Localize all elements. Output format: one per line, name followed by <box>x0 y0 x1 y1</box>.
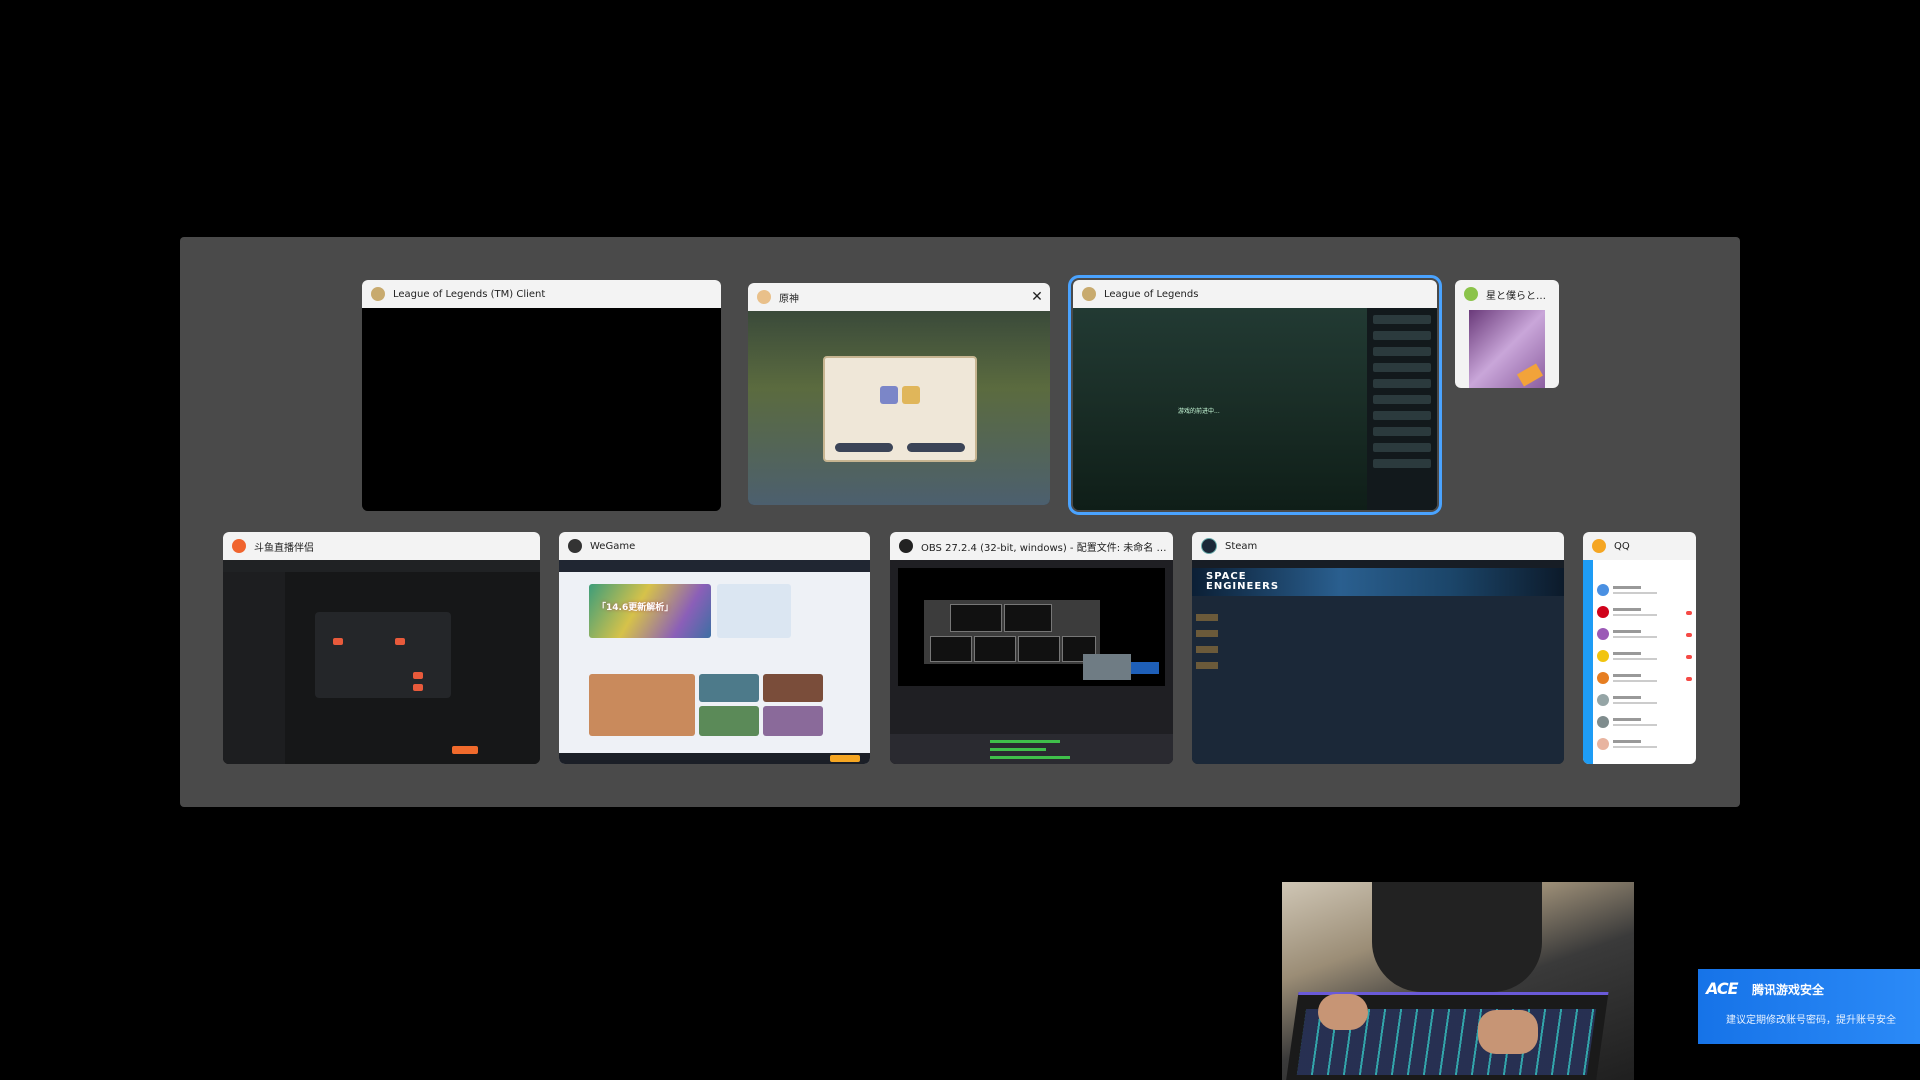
obs-preview <box>898 568 1165 686</box>
item-slot <box>902 386 920 404</box>
wegame-icon <box>568 539 582 553</box>
window-tile-lol-client[interactable]: League of Legends (TM) Client <box>362 280 721 511</box>
tile-title: WeGame <box>590 540 636 552</box>
obs-icon <box>899 539 913 553</box>
window-tile-lol-game[interactable]: League of Legends 游戏的前进中... <box>1068 275 1442 515</box>
app-icon <box>1464 287 1478 301</box>
window-tile-obs[interactable]: OBS 27.2.4 (32-bit, windows) - 配置文件: 未命名… <box>890 532 1173 764</box>
start-stream-button <box>452 746 478 754</box>
genshin-icon <box>757 290 771 304</box>
tile-titlebar: League of Legends (TM) Client <box>362 280 721 308</box>
tile-title: League of Legends <box>1104 288 1199 300</box>
tile-titlebar: OBS 27.2.4 (32-bit, windows) - 配置文件: 未命名… <box>890 532 1173 560</box>
window-preview: SPACE ENGINEERS <box>1192 560 1564 764</box>
window-tile-steam[interactable]: Steam SPACE ENGINEERS <box>1192 532 1564 764</box>
item-slot <box>880 386 898 404</box>
tile-titlebar: 斗鱼直播伴侣 <box>223 532 540 560</box>
game-hero-banner: SPACE ENGINEERS <box>1192 568 1564 596</box>
dialog-button <box>835 443 893 452</box>
tile-title: 原神 <box>779 293 799 305</box>
loading-text: 游戏的前进中... <box>1178 408 1220 415</box>
banner-text: 「14.6更新解析」 <box>597 603 674 613</box>
tile-title: Steam <box>1225 540 1258 552</box>
ace-logo: ACE <box>1706 979 1739 998</box>
window-preview: 「14.6更新解析」 <box>559 560 870 764</box>
chat-sidebar <box>1367 308 1437 510</box>
tile-titlebar: Steam <box>1192 532 1564 560</box>
notification-title: 腾讯游戏安全 <box>1752 983 1825 997</box>
window-preview: 游戏的前进中... <box>1073 308 1437 510</box>
tile-title: 斗鱼直播伴侣 <box>254 542 314 554</box>
window-preview <box>362 308 721 511</box>
dialog-button <box>907 443 965 452</box>
steam-icon <box>1201 538 1217 554</box>
window-tile-music[interactable]: 星と僕らと（... <box>1455 280 1559 388</box>
tile-titlebar: 星と僕らと（... <box>1455 280 1559 308</box>
webcam-overlay <box>1282 882 1634 1080</box>
tile-titlebar: League of Legends <box>1073 280 1437 308</box>
tile-titlebar: 原神 ✕ <box>748 283 1050 311</box>
album-art <box>1469 310 1545 388</box>
window-tile-wegame[interactable]: WeGame 「14.6更新解析」 <box>559 532 870 764</box>
douyu-icon <box>232 539 246 553</box>
window-preview <box>223 560 540 764</box>
promo-banner: 「14.6更新解析」 <box>589 584 711 638</box>
window-tile-douyu[interactable]: 斗鱼直播伴侣 <box>223 532 540 764</box>
qq-icon <box>1592 539 1606 553</box>
tile-title: QQ <box>1614 540 1630 552</box>
tile-title: League of Legends (TM) Client <box>393 288 546 300</box>
league-of-legends-icon <box>1082 287 1096 301</box>
window-tile-qq[interactable]: QQ <box>1583 532 1696 764</box>
window-preview <box>890 560 1173 764</box>
alt-tab-switcher: League of Legends (TM) Client 原神 ✕ Leagu… <box>180 237 1740 807</box>
notification-message: 建议定期修改账号密码，提升账号安全 <box>1726 1015 1896 1026</box>
tile-titlebar: QQ <box>1583 532 1696 560</box>
game-dialog <box>823 356 977 462</box>
league-of-legends-icon <box>371 287 385 301</box>
hero-text: SPACE ENGINEERS <box>1206 571 1280 592</box>
window-preview <box>1583 560 1696 764</box>
close-icon[interactable]: ✕ <box>1024 289 1050 305</box>
security-notification[interactable]: ACE 腾讯游戏安全 建议定期修改账号密码，提升账号安全 <box>1698 969 1920 1044</box>
tile-titlebar: WeGame <box>559 532 870 560</box>
audio-mixer <box>890 734 1173 764</box>
window-tile-genshin[interactable]: 原神 ✕ <box>748 283 1050 505</box>
window-preview <box>1455 308 1559 388</box>
window-preview <box>748 311 1050 505</box>
tile-title: OBS 27.2.4 (32-bit, windows) - 配置文件: 未命名… <box>921 542 1173 554</box>
tile-title: 星と僕らと（... <box>1486 290 1556 302</box>
dialog-panel <box>315 612 451 698</box>
